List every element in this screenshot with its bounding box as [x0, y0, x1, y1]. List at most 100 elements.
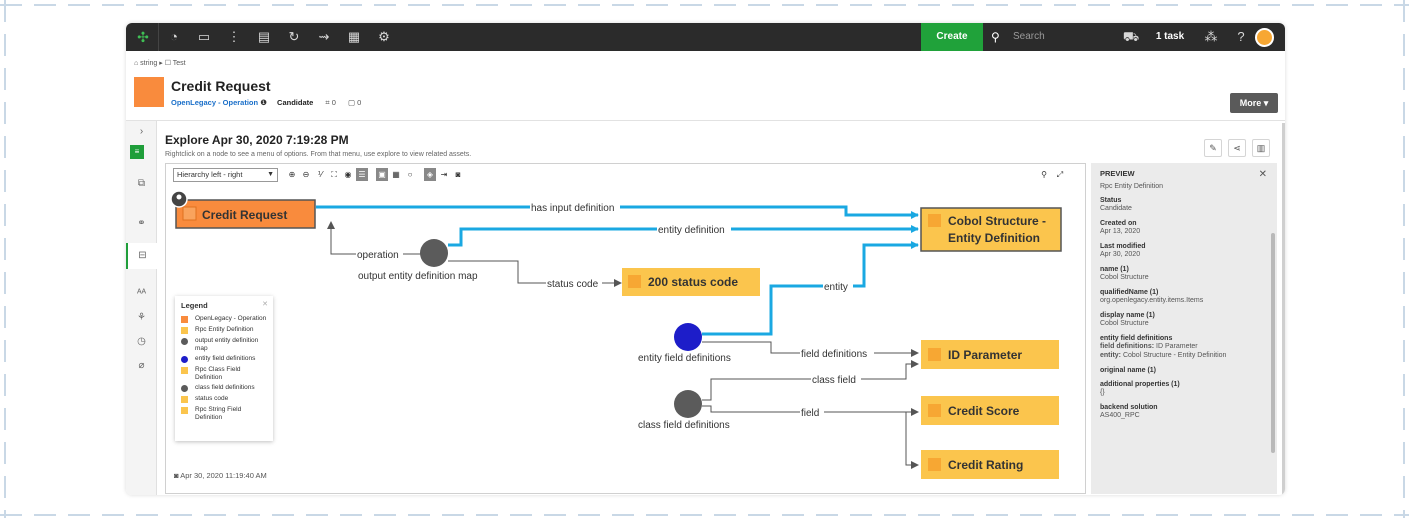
help-icon[interactable]: ?: [1226, 23, 1256, 51]
database-icon[interactable]: ▤: [249, 23, 279, 51]
field-key: name (1): [1100, 266, 1129, 273]
field-value: Cobol Structure: [1100, 320, 1149, 327]
create-button[interactable]: Create: [921, 23, 983, 51]
legend-item: status code: [181, 395, 267, 404]
asset-type-link[interactable]: OpenLegacy - Operation: [171, 98, 258, 107]
preview-original-name: original name (1): [1100, 367, 1268, 374]
add-list-icon[interactable]: ≡: [130, 145, 144, 159]
user-avatar[interactable]: [1255, 28, 1274, 47]
edge-class-field: [702, 360, 919, 401]
history-icon[interactable]: ◷: [126, 331, 157, 353]
dashboard-icon[interactable]: ◔: [159, 23, 189, 51]
search-input[interactable]: ⚲ Search: [983, 23, 1113, 51]
copy-icon[interactable]: ⧉: [126, 173, 157, 195]
basket-icon[interactable]: ⛟: [1116, 23, 1146, 51]
app-window: ✣ ◔ ▭ ⋮ ▤ ↻ ⇝ ▦ ⚙ Create ⚲ Search ⛟ 1 ta…: [126, 23, 1285, 495]
graph-canvas[interactable]: Hierarchy left - right ▼ ⊕ ⊖ ⅟ ⛶ ◉ ☰ ▣ ▦…: [165, 163, 1086, 494]
legend-swatch: [181, 396, 188, 403]
node-label-credit-score: Credit Score: [948, 404, 1020, 418]
node-credit-score[interactable]: Credit Score: [921, 396, 1059, 425]
node-class-field-definitions[interactable]: class field definitions: [638, 390, 730, 431]
node-label-class-field-definitions: class field definitions: [638, 420, 730, 431]
edge-label-field: field: [801, 408, 819, 419]
node-200-status-code[interactable]: 200 status code: [622, 268, 760, 296]
edge-label-operation: operation: [357, 250, 399, 261]
node-label-entity-field-definitions: entity field definitions: [638, 353, 731, 364]
comment-icon[interactable]: ▢ 0: [348, 98, 361, 107]
legend-swatch: [181, 407, 188, 414]
node-cobol-structure[interactable]: Cobol Structure - Entity Definition: [920, 207, 1062, 252]
field-key: additional properties (1): [1100, 381, 1180, 388]
field-key: Status: [1100, 197, 1122, 204]
field-key: display name (1): [1100, 312, 1155, 319]
more-button[interactable]: More ▾: [1230, 93, 1278, 113]
side-navigation: › ≡ ⧉ ⚭ ⊟ ᴬᴬ ⚘ ◷ ⌀: [126, 121, 157, 495]
breadcrumb[interactable]: ⌂ string ▸ ☐ Test: [134, 59, 186, 67]
field-key: entity:: [1100, 352, 1121, 359]
legend-item: class field definitions: [181, 384, 267, 393]
reports-icon[interactable]: ▦: [339, 23, 369, 51]
relations-icon[interactable]: ⚭: [126, 213, 157, 235]
people-icon[interactable]: ᴬᴬ: [126, 283, 157, 305]
legend-item: Rpc String Field Definition: [181, 406, 267, 422]
tag-count: 0: [331, 98, 336, 107]
asset-type-swatch: [134, 77, 164, 107]
edge-label-class-field: class field: [812, 375, 856, 386]
field-value: Apr 13, 2020: [1100, 228, 1141, 235]
location-pin-icon[interactable]: [170, 190, 188, 208]
legend-label: class field definitions: [195, 384, 255, 391]
settings-gear-icon[interactable]: ⚙: [369, 23, 399, 51]
field-key: backend solution: [1100, 404, 1158, 411]
attachment-icon[interactable]: ⌀: [126, 355, 157, 377]
legend-item: Rpc Entity Definition: [181, 326, 267, 335]
preview-scrollbar[interactable]: [1271, 233, 1275, 453]
info-icon[interactable]: ❶: [260, 98, 267, 107]
edit-pencil-icon[interactable]: ✎: [1204, 139, 1222, 157]
node-label-200-status-code: 200 status code: [648, 275, 738, 289]
field-value: Candidate: [1100, 205, 1132, 212]
workflow-icon[interactable]: ⚘: [126, 307, 157, 329]
snapshot-date: Apr 30, 2020 11:19:40 AM: [180, 471, 267, 480]
refresh-icon[interactable]: ↻: [279, 23, 309, 51]
node-label-output-map: output entity definition map: [358, 271, 478, 282]
node-credit-request[interactable]: Credit Request: [175, 199, 316, 229]
asset-title: Credit Request: [171, 78, 271, 94]
legend-label: output entity definition map: [195, 337, 259, 352]
field-key: field definitions:: [1100, 343, 1155, 350]
share-icon[interactable]: ⋖: [1228, 139, 1246, 157]
node-label-credit-rating: Credit Rating: [948, 458, 1023, 472]
field-key: qualifiedName (1): [1100, 289, 1159, 296]
delete-trash-icon[interactable]: ▥: [1252, 139, 1270, 157]
close-icon[interactable]: ✕: [1259, 169, 1267, 180]
preview-header: PREVIEW: [1100, 169, 1135, 178]
close-icon[interactable]: ✕: [262, 300, 268, 308]
legend-panel: Legend ✕ OpenLegacy - Operation Rpc Enti…: [175, 296, 273, 441]
legend-swatch: [181, 338, 188, 345]
edge-label-entity-definition: entity definition: [658, 225, 725, 236]
edge-label-field-definitions: field definitions: [801, 349, 867, 360]
legend-swatch: [181, 316, 188, 323]
node-id-parameter[interactable]: ID Parameter: [921, 340, 1059, 369]
legend-label: entity field definitions: [195, 355, 256, 362]
tasks-button[interactable]: 1 task: [1146, 23, 1194, 51]
notifications-icon[interactable]: ⁂: [1196, 23, 1226, 51]
preview-field-created: Created on Apr 13, 2020: [1100, 220, 1268, 236]
explore-icon[interactable]: ⊟: [126, 243, 157, 269]
preview-backend-solution: backend solution AS400_RPC: [1100, 404, 1268, 420]
calendar-icon[interactable]: ▭: [189, 23, 219, 51]
lineage-icon[interactable]: ⇝: [309, 23, 339, 51]
node-credit-rating[interactable]: Credit Rating: [921, 450, 1059, 479]
page-scrollbar[interactable]: [1282, 123, 1285, 495]
app-logo-icon[interactable]: ✣: [128, 23, 158, 51]
explore-hint: Rightclick on a node to see a menu of op…: [165, 151, 472, 158]
asset-subtitle: OpenLegacy - Operation ❶ Candidate ⌗ 0 ▢…: [171, 98, 361, 108]
edge-label-entity: entity: [824, 282, 848, 293]
tag-icon[interactable]: ⌗ 0: [325, 98, 335, 107]
field-value: AS400_RPC: [1100, 412, 1140, 419]
node-label-id-parameter: ID Parameter: [948, 348, 1022, 362]
node-entity-field-definitions[interactable]: entity field definitions: [638, 323, 731, 364]
hierarchy-icon[interactable]: ⋮: [219, 23, 249, 51]
expand-chevron-icon[interactable]: ›: [126, 121, 157, 143]
field-value: Cobol Structure - Entity Definition: [1122, 352, 1227, 359]
preview-field-display-name: display name (1) Cobol Structure: [1100, 312, 1268, 328]
